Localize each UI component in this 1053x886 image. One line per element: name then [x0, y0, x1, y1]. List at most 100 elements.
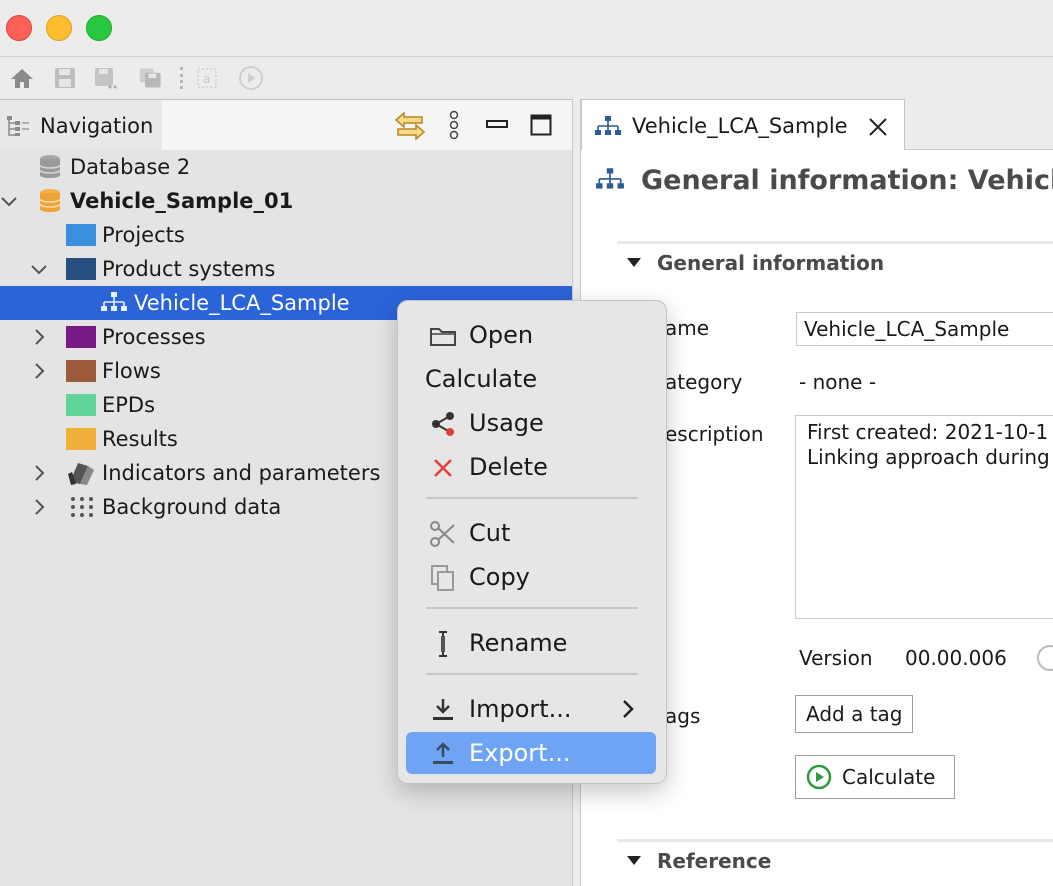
tree-item-label: Flows — [102, 359, 161, 383]
view-menu-button[interactable] — [447, 110, 461, 146]
calculate-button[interactable]: Calculate — [795, 755, 955, 799]
folder-icon — [66, 224, 96, 246]
menu-item-usage[interactable]: Usage — [406, 402, 656, 444]
delete-x-icon — [428, 455, 458, 481]
maximize-view-button[interactable] — [530, 114, 552, 140]
tags-label: ags — [665, 704, 701, 728]
run-button[interactable] — [238, 65, 264, 91]
chevron-right-icon[interactable] — [30, 325, 50, 349]
text-cursor-icon — [428, 631, 458, 657]
version-up-icon — [1037, 645, 1053, 671]
menu-item-export[interactable]: Export... — [406, 732, 656, 774]
category-value[interactable]: - none - — [799, 370, 876, 394]
window-title-bar — [0, 0, 1053, 57]
grid-dots-icon — [70, 496, 94, 522]
tree-item-vehicle-sample-01[interactable]: Vehicle_Sample_01 — [0, 184, 572, 218]
category-label: ategory — [665, 370, 743, 394]
home-button[interactable] — [9, 65, 35, 91]
save-all-icon — [139, 68, 161, 88]
section-title: Reference — [657, 849, 772, 873]
section-divider — [617, 241, 1053, 244]
menu-item-open[interactable]: Open — [406, 314, 656, 356]
chevron-down-icon[interactable] — [30, 257, 50, 281]
product-system-icon — [100, 291, 128, 319]
chevron-right-icon[interactable] — [30, 359, 50, 383]
tab-vehicle-lca-sample[interactable]: Vehicle_LCA_Sample — [581, 99, 905, 150]
chevron-down-icon[interactable] — [0, 189, 20, 213]
minimize-view-button[interactable] — [486, 114, 508, 133]
home-icon — [11, 69, 33, 88]
zoom-window-button[interactable] — [86, 15, 112, 41]
tree-item-label: Background data — [102, 495, 282, 519]
save-all-button[interactable] — [138, 65, 164, 91]
menu-item-copy[interactable]: Copy — [406, 556, 656, 598]
tree-item-database-2[interactable]: Database 2 — [0, 150, 572, 184]
share-icon — [428, 411, 458, 437]
menu-separator — [426, 673, 638, 675]
close-tab-button[interactable] — [868, 117, 888, 141]
menu-item-label: Cut — [469, 519, 511, 547]
save-as-button[interactable] — [93, 65, 119, 91]
import-icon — [428, 697, 458, 723]
name-value: Vehicle_LCA_Sample — [804, 317, 1010, 341]
close-window-button[interactable] — [6, 15, 32, 41]
folder-icon — [66, 258, 96, 280]
menu-item-cut[interactable]: Cut — [406, 512, 656, 554]
folder-icon — [66, 394, 96, 416]
menu-item-label: Export... — [469, 739, 571, 767]
tab-label: Vehicle_LCA_Sample — [632, 114, 848, 138]
minimize-icon — [486, 120, 508, 128]
menu-separator — [426, 497, 638, 499]
formula-button[interactable]: a — [194, 65, 220, 91]
tree-item-label: Processes — [102, 325, 206, 349]
chevron-right-icon[interactable] — [30, 495, 50, 519]
collapse-triangle-icon — [627, 856, 641, 865]
section-reference[interactable]: Reference — [627, 849, 771, 873]
folder-outline-icon — [428, 323, 458, 349]
menu-item-label: Import... — [469, 695, 572, 723]
add-tag-button[interactable]: Add a tag — [795, 695, 914, 733]
section-general-information[interactable]: General information — [627, 251, 884, 275]
tree-item-label: Indicators and parameters — [102, 461, 381, 485]
save-as-icon — [95, 68, 117, 89]
description-field[interactable]: First created: 2021-10-1 Linking approac… — [795, 415, 1053, 619]
tree-item-projects[interactable]: Projects — [0, 218, 572, 252]
formula-icon: a — [197, 68, 217, 88]
editor-title: General information: Vehicle_ — [641, 165, 1053, 196]
link-with-editor-button[interactable] — [392, 110, 428, 146]
menu-item-label: Delete — [469, 453, 548, 481]
tree-item-product-systems[interactable]: Product systems — [0, 252, 572, 286]
tree-view-icon — [6, 115, 30, 141]
main-toolbar: a — [0, 57, 1053, 99]
navigation-header: Navigation — [0, 99, 572, 150]
menu-item-delete[interactable]: Delete — [406, 446, 656, 488]
menu-item-label: Rename — [469, 629, 568, 657]
chevron-right-icon[interactable] — [30, 461, 50, 485]
menu-item-label: Copy — [469, 563, 530, 591]
database-icon — [38, 154, 62, 184]
folder-icon — [66, 428, 96, 450]
version-up-button[interactable] — [1036, 644, 1053, 676]
chevron-right-icon — [621, 699, 635, 723]
menu-item-rename[interactable]: Rename — [406, 622, 656, 664]
svg-text:a: a — [203, 72, 210, 86]
tree-item-label: Database 2 — [70, 155, 191, 179]
maximize-icon — [530, 114, 552, 136]
tree-item-label: Projects — [102, 223, 185, 247]
version-label: Version — [799, 646, 873, 670]
calculate-label: Calculate — [842, 765, 936, 789]
menu-item-import[interactable]: Import... — [406, 688, 656, 730]
save-button[interactable] — [52, 65, 78, 91]
context-menu: Open Calculate Usage Delete Cut Copy Ren… — [397, 300, 667, 784]
play-circle-icon — [806, 764, 832, 790]
sync-arrows-icon — [394, 111, 426, 141]
tab-navigation[interactable]: Navigation — [0, 99, 163, 150]
toolbar-separator — [180, 67, 183, 89]
minimize-window-button[interactable] — [46, 15, 72, 41]
folder-icon — [66, 360, 96, 382]
menu-item-calculate[interactable]: Calculate — [406, 358, 656, 400]
name-label: ame — [665, 316, 710, 340]
description-line: First created: 2021-10-1 — [807, 420, 1049, 444]
menu-item-label: Calculate — [425, 365, 538, 393]
name-field[interactable]: Vehicle_LCA_Sample — [796, 312, 1053, 346]
